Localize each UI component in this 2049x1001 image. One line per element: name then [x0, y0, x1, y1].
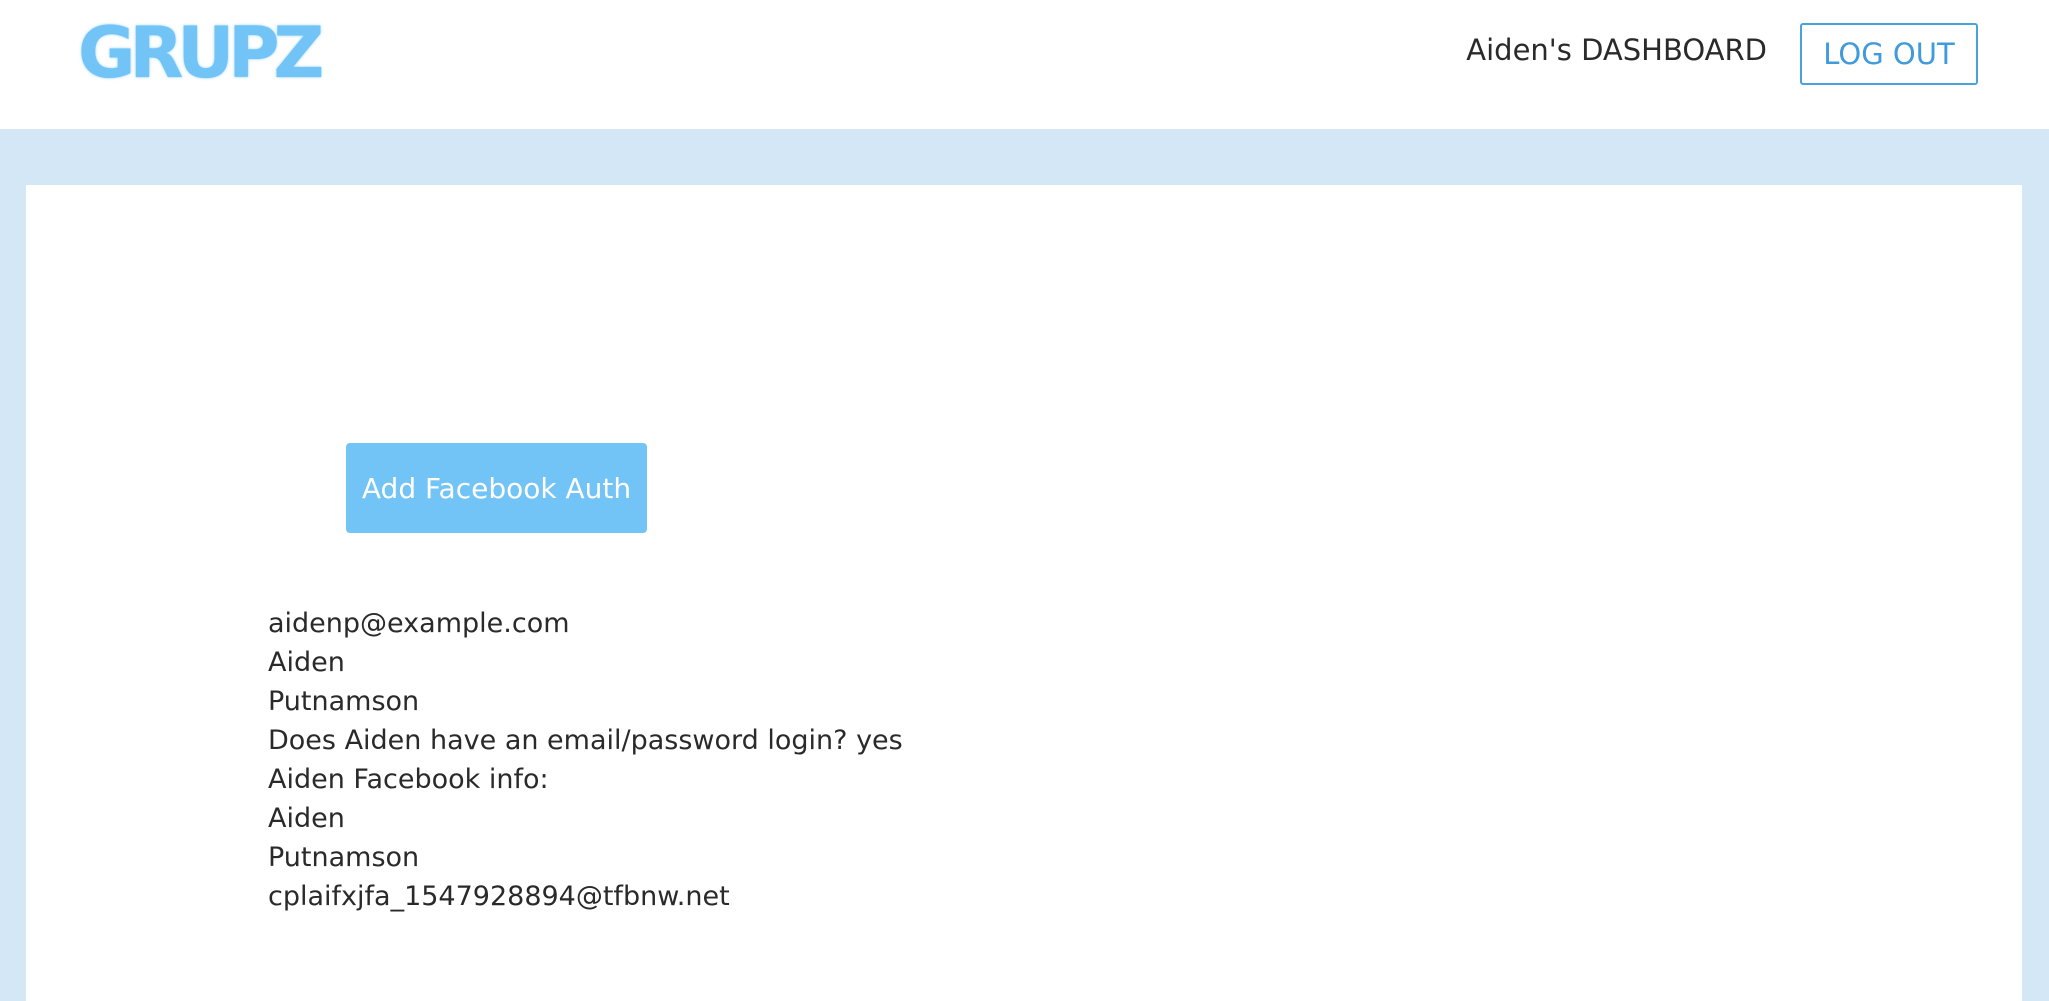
password-login-status: Does Aiden have an email/password login?…: [268, 725, 903, 756]
user-info-list: aidenp@example.com Aiden Putnamson Does …: [268, 604, 903, 916]
top-header: GRUPZ Aiden's DASHBOARD LOG OUT: [0, 0, 2049, 129]
user-email: aidenp@example.com: [268, 608, 570, 639]
dashboard-title[interactable]: Aiden's DASHBOARD: [1466, 32, 1767, 68]
facebook-email: cplaifxjfa_1547928894@tfbnw.net: [268, 881, 730, 912]
facebook-last-name: Putnamson: [268, 842, 420, 873]
grupz-logo[interactable]: GRUPZ: [78, 18, 324, 88]
add-facebook-auth-button[interactable]: Add Facebook Auth: [346, 443, 647, 533]
logout-button[interactable]: LOG OUT: [1800, 23, 1978, 85]
user-last-name: Putnamson: [268, 686, 420, 717]
facebook-first-name: Aiden: [268, 803, 345, 834]
facebook-info-heading: Aiden Facebook info:: [268, 764, 549, 795]
user-first-name: Aiden: [268, 647, 345, 678]
